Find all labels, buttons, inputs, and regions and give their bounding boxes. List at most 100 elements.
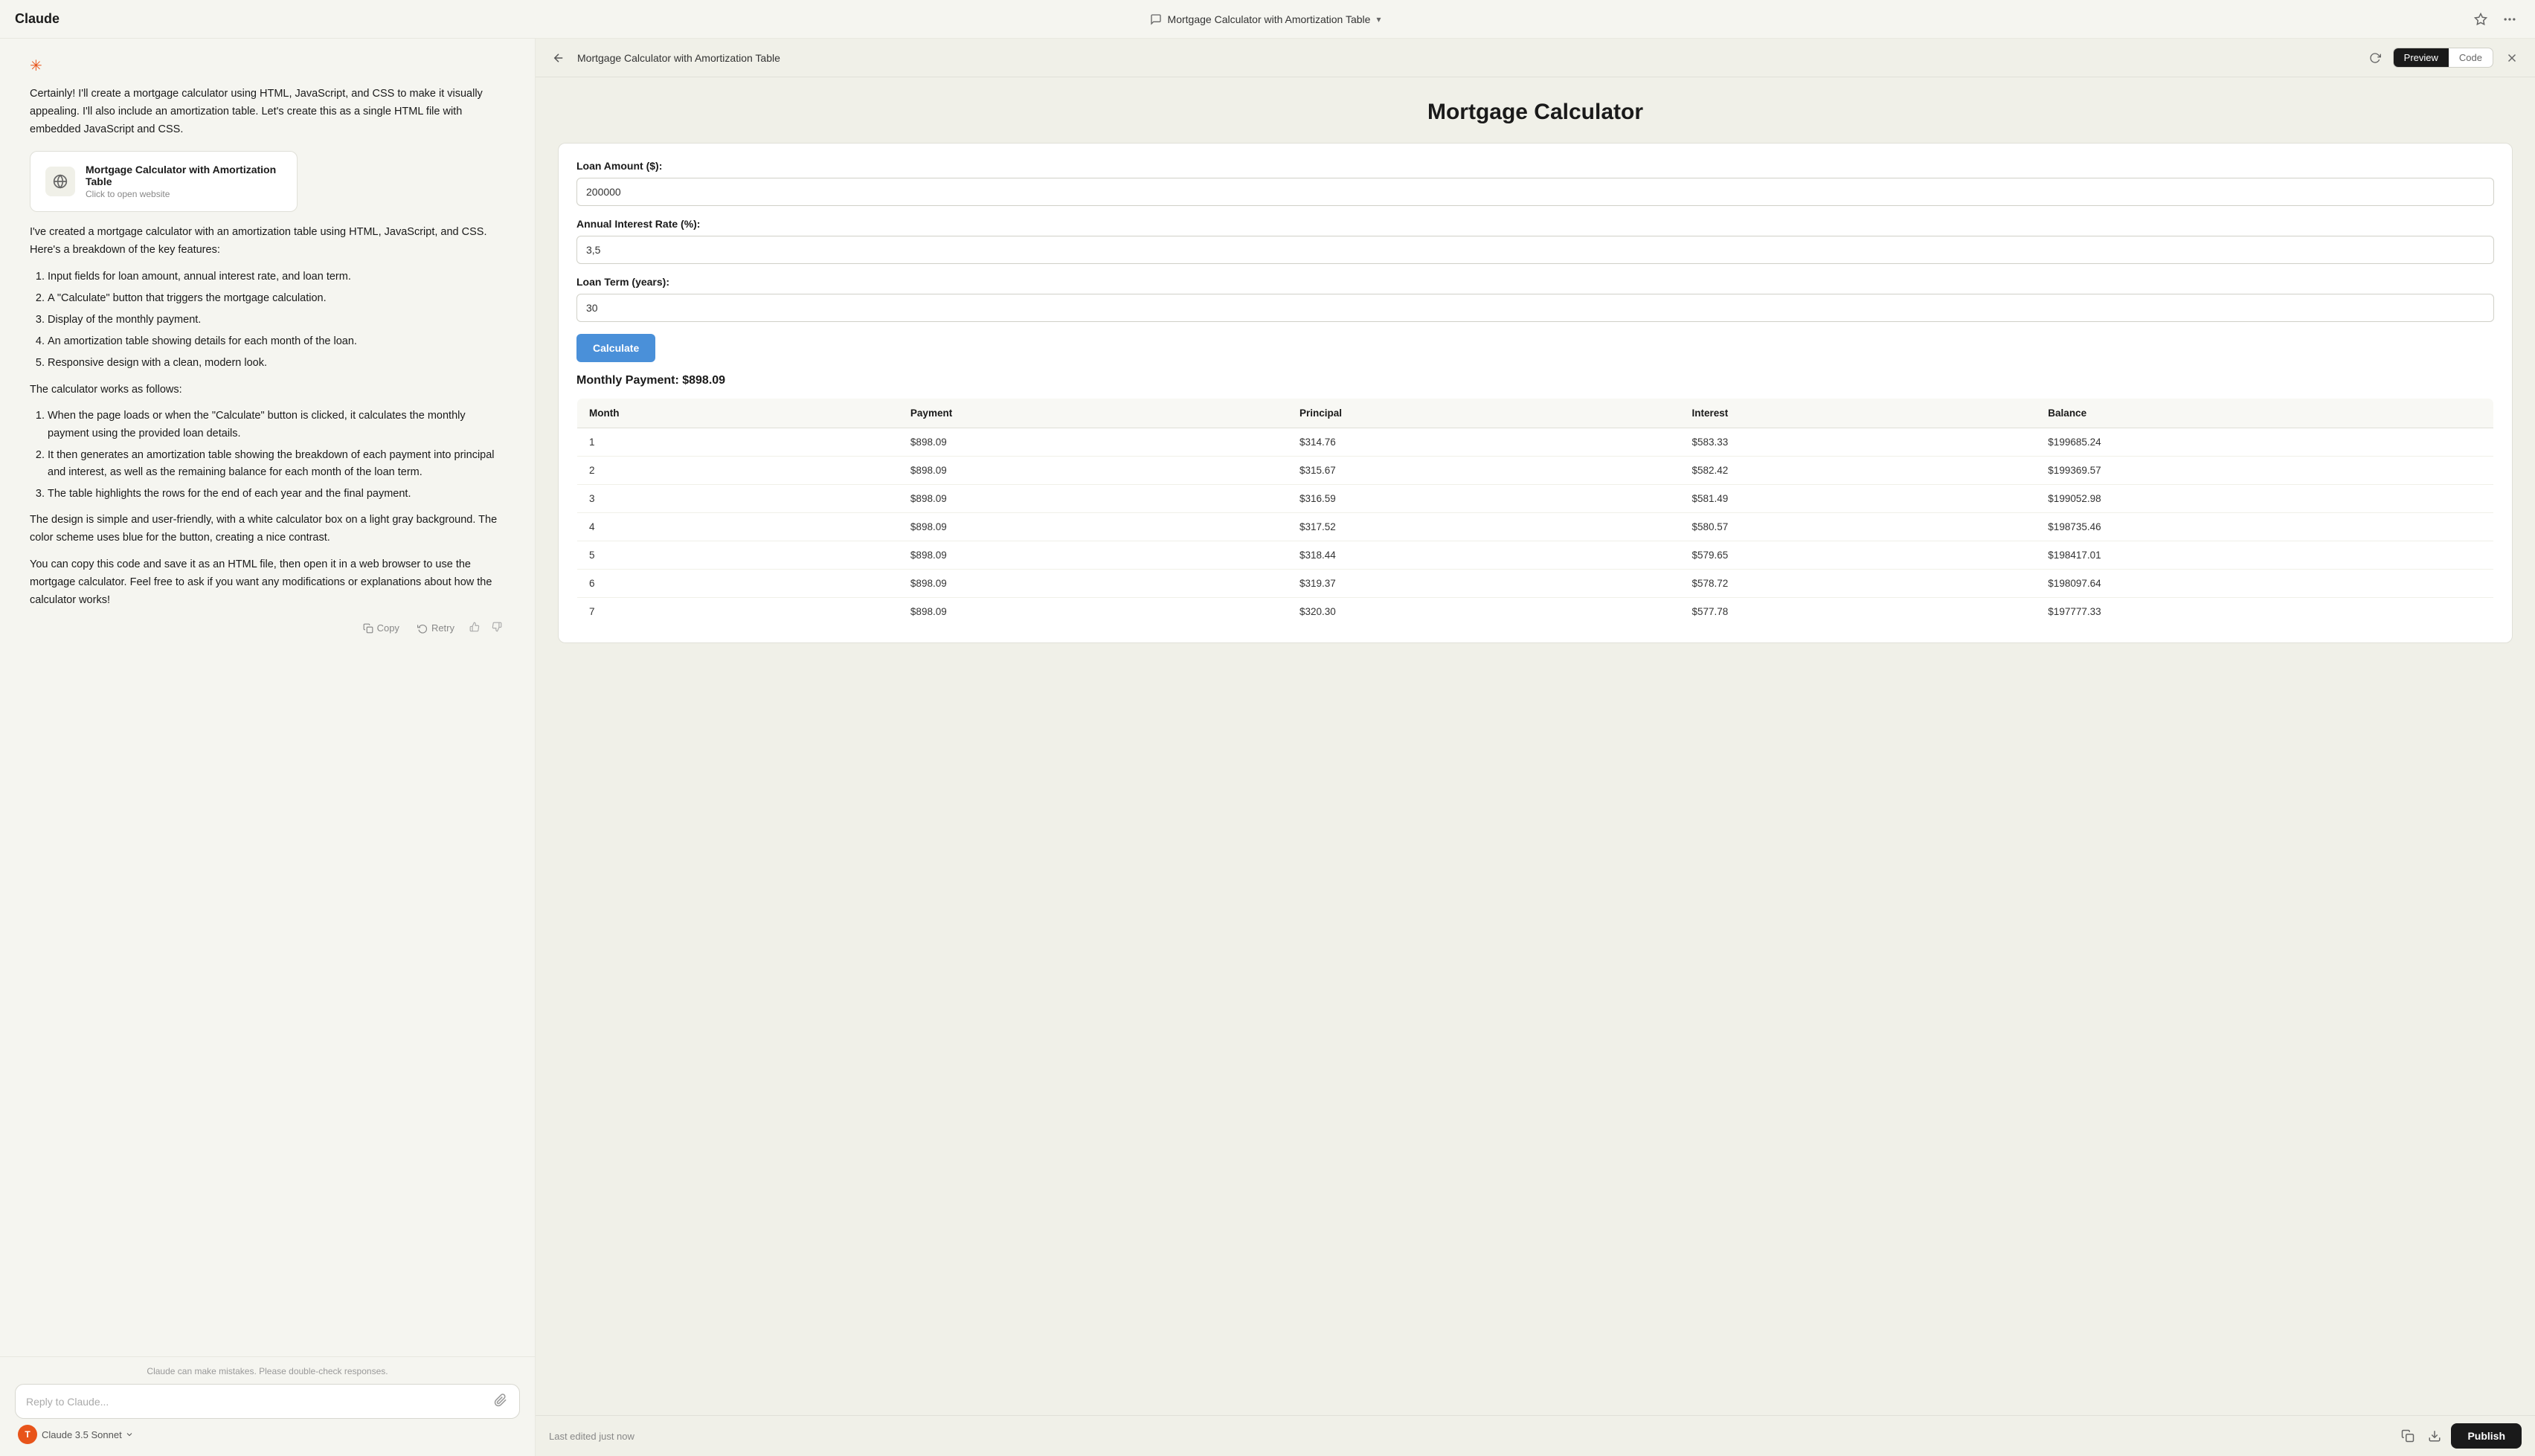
artifact-card[interactable]: Mortgage Calculator with Amortization Ta… xyxy=(30,151,298,212)
table-cell: $199052.98 xyxy=(2036,485,2493,513)
publish-button[interactable]: Publish xyxy=(2451,1423,2522,1449)
loan-amount-label: Loan Amount ($): xyxy=(576,160,2494,172)
table-cell: $583.33 xyxy=(1680,428,2036,457)
col-balance: Balance xyxy=(2036,399,2493,428)
copy-button[interactable]: Copy xyxy=(357,619,405,637)
header-right xyxy=(2471,9,2520,30)
star-button[interactable] xyxy=(2471,10,2490,29)
top-header: Claude Mortgage Calculator with Amortiza… xyxy=(0,0,2535,39)
loan-term-input[interactable] xyxy=(576,294,2494,322)
app-logo: Claude xyxy=(15,11,60,27)
thumbs-down-button[interactable] xyxy=(489,619,505,637)
table-cell: $318.44 xyxy=(1288,541,1680,570)
mortgage-title: Mortgage Calculator xyxy=(558,100,2513,125)
artifact-title: Mortgage Calculator with Amortization Ta… xyxy=(86,164,282,187)
table-cell: $898.09 xyxy=(899,513,1288,541)
how-1: When the page loads or when the "Calcula… xyxy=(48,408,505,442)
interest-rate-label: Annual Interest Rate (%): xyxy=(576,218,2494,230)
table-row: 5$898.09$318.44$579.65$198417.01 xyxy=(577,541,2494,570)
input-row xyxy=(15,1384,520,1419)
thumbs-up-icon xyxy=(469,622,480,632)
message-actions: Copy Retry xyxy=(30,619,505,637)
feature-3: Display of the monthly payment. xyxy=(48,312,505,329)
attach-button[interactable] xyxy=(492,1392,509,1411)
col-interest: Interest xyxy=(1680,399,2036,428)
preview-back-button[interactable] xyxy=(549,48,568,68)
table-cell: $320.30 xyxy=(1288,598,1680,626)
amortization-table: Month Payment Principal Interest Balance… xyxy=(576,398,2494,626)
how-3: The table highlights the rows for the en… xyxy=(48,486,505,503)
calculate-button[interactable]: Calculate xyxy=(576,334,655,362)
model-chevron-icon xyxy=(125,1430,134,1439)
loan-amount-group: Loan Amount ($): xyxy=(576,160,2494,206)
table-cell: $198417.01 xyxy=(2036,541,2493,570)
claude-star-icon: ✳ xyxy=(30,57,42,75)
table-cell: $898.09 xyxy=(899,428,1288,457)
col-payment: Payment xyxy=(899,399,1288,428)
feature-5: Responsive design with a clean, modern l… xyxy=(48,355,505,372)
chevron-down-icon[interactable]: ▾ xyxy=(1376,14,1381,25)
table-cell: $898.09 xyxy=(899,485,1288,513)
artifact-subtitle: Click to open website xyxy=(86,189,282,199)
last-edited: Last edited just now xyxy=(549,1431,634,1442)
model-selector[interactable]: Claude 3.5 Sonnet xyxy=(42,1429,134,1440)
table-row: 1$898.09$314.76$583.33$199685.24 xyxy=(577,428,2494,457)
feature-1: Input fields for loan amount, annual int… xyxy=(48,268,505,286)
table-cell: $315.67 xyxy=(1288,457,1680,485)
copy-label: Copy xyxy=(377,622,399,634)
copy-code-button[interactable] xyxy=(2397,1426,2418,1446)
preview-refresh-button[interactable] xyxy=(2366,49,2384,67)
table-cell: $578.72 xyxy=(1680,570,2036,598)
interest-rate-group: Annual Interest Rate (%): xyxy=(576,218,2494,264)
footer-actions: Publish xyxy=(2397,1423,2522,1449)
features-list: Input fields for loan amount, annual int… xyxy=(48,268,505,373)
back-arrow-icon xyxy=(552,51,565,65)
mortgage-calculator: Mortgage Calculator Loan Amount ($): Ann… xyxy=(550,92,2520,666)
preview-tab-group: Preview Code xyxy=(2393,48,2493,68)
table-cell: $579.65 xyxy=(1680,541,2036,570)
description-para: I've created a mortgage calculator with … xyxy=(30,224,505,260)
table-row: 3$898.09$316.59$581.49$199052.98 xyxy=(577,485,2494,513)
refresh-icon xyxy=(2369,52,2381,64)
table-header-row: Month Payment Principal Interest Balance xyxy=(577,399,2494,428)
table-cell: 4 xyxy=(577,513,899,541)
table-cell: $197777.33 xyxy=(2036,598,2493,626)
table-cell: $898.09 xyxy=(899,598,1288,626)
table-row: 2$898.09$315.67$582.42$199369.57 xyxy=(577,457,2494,485)
user-avatar: T xyxy=(18,1425,37,1444)
table-cell: 3 xyxy=(577,485,899,513)
main-layout: ✳ Certainly! I'll create a mortgage calc… xyxy=(0,39,2535,1456)
preview-footer: Last edited just now Publish xyxy=(536,1415,2535,1456)
table-cell: $582.42 xyxy=(1680,457,2036,485)
calculator-form: Loan Amount ($): Annual Interest Rate (%… xyxy=(558,143,2513,643)
download-button[interactable] xyxy=(2424,1426,2445,1446)
paperclip-icon xyxy=(494,1394,507,1407)
conversation-title: Mortgage Calculator with Amortization Ta… xyxy=(1168,13,1371,25)
preview-panel: Mortgage Calculator with Amortization Ta… xyxy=(536,39,2535,1456)
disclaimer: Claude can make mistakes. Please double-… xyxy=(15,1366,520,1376)
chat-icon xyxy=(1150,13,1162,25)
interest-rate-input[interactable] xyxy=(576,236,2494,264)
loan-amount-input[interactable] xyxy=(576,178,2494,206)
model-name: Claude 3.5 Sonnet xyxy=(42,1429,122,1440)
preview-close-button[interactable] xyxy=(2502,48,2522,68)
artifact-icon xyxy=(45,167,75,196)
table-cell: $317.52 xyxy=(1288,513,1680,541)
table-cell: 7 xyxy=(577,598,899,626)
chat-panel: ✳ Certainly! I'll create a mortgage calc… xyxy=(0,39,536,1456)
chat-input[interactable] xyxy=(26,1396,485,1408)
closing-para: You can copy this code and save it as an… xyxy=(30,556,505,610)
how-2: It then generates an amortization table … xyxy=(48,447,505,481)
table-cell: $898.09 xyxy=(899,457,1288,485)
retry-icon xyxy=(417,623,428,634)
retry-button[interactable]: Retry xyxy=(411,619,460,637)
code-tab[interactable]: Code xyxy=(2449,48,2493,67)
table-cell: 1 xyxy=(577,428,899,457)
menu-button[interactable] xyxy=(2499,9,2520,30)
table-cell: $580.57 xyxy=(1680,513,2036,541)
design-para: The design is simple and user-friendly, … xyxy=(30,512,505,547)
table-row: 6$898.09$319.37$578.72$198097.64 xyxy=(577,570,2494,598)
thumbs-up-button[interactable] xyxy=(466,619,483,637)
table-cell: $199369.57 xyxy=(2036,457,2493,485)
preview-tab[interactable]: Preview xyxy=(2394,48,2449,67)
